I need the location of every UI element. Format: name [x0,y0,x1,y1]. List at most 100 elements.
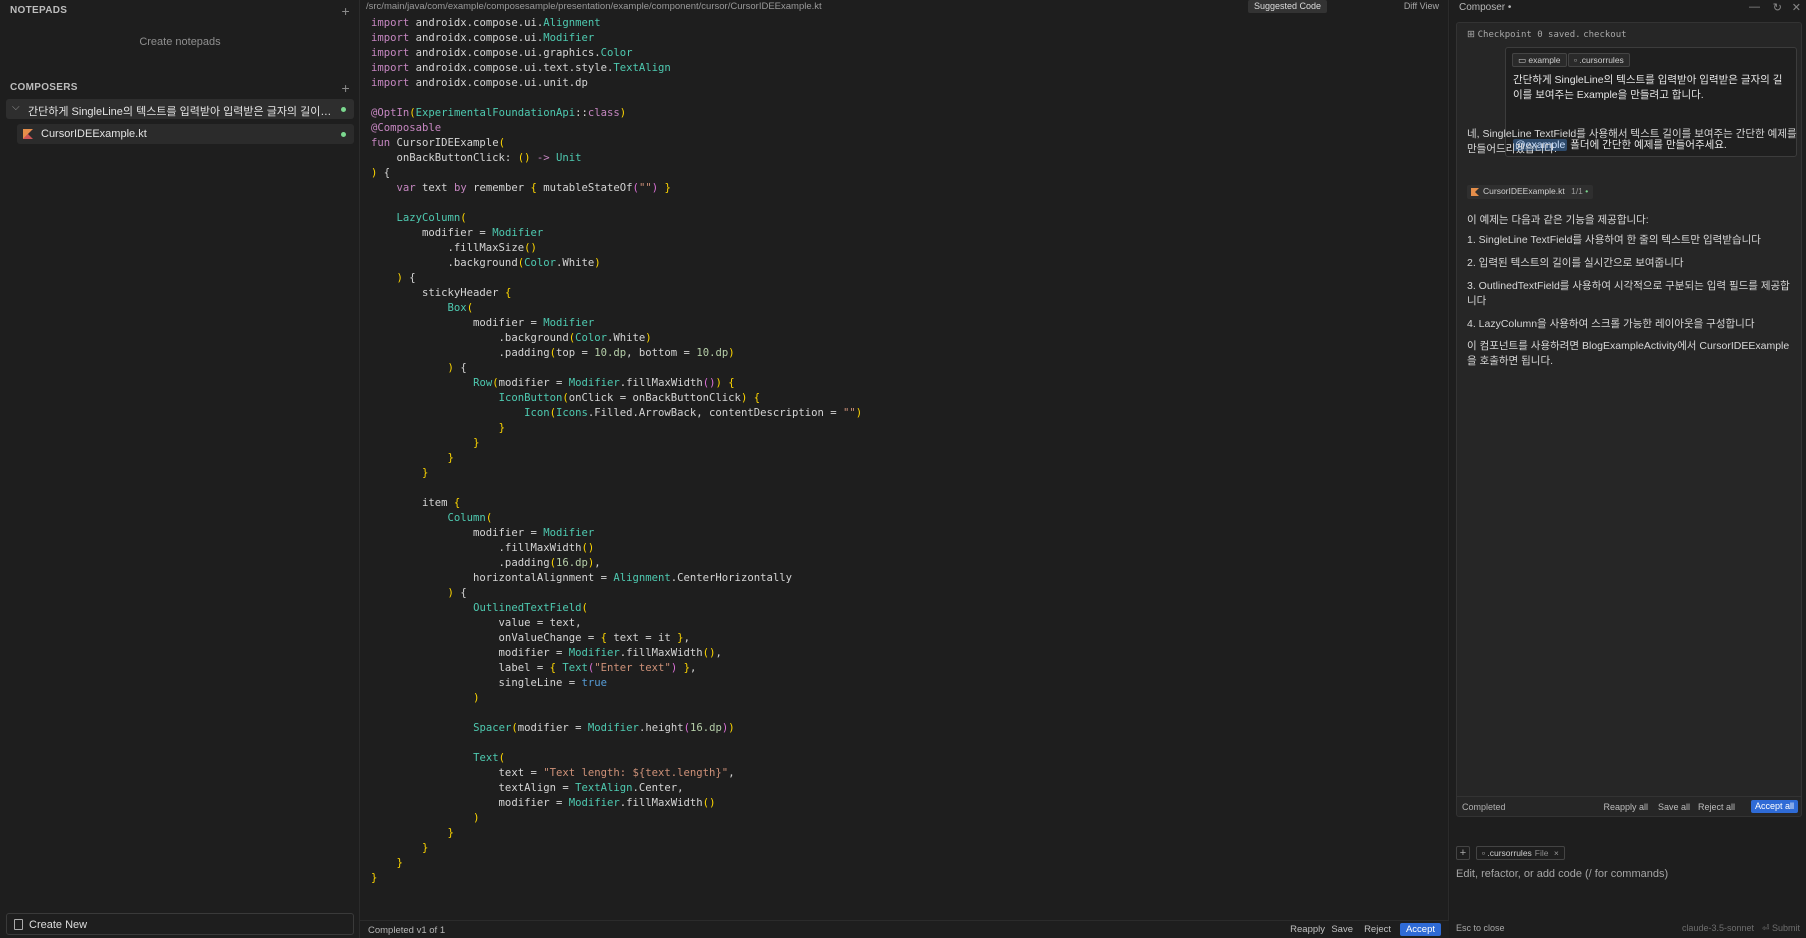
refresh-icon[interactable]: ↻ [1773,1,1782,14]
code-line[interactable]: import androidx.compose.ui.text.style.Te… [371,61,862,76]
tab-diff-view[interactable]: Diff View [1404,1,1439,11]
new-file-icon [14,919,23,930]
code-line[interactable]: onBackButtonClick: () -> Unit [371,151,862,166]
code-line[interactable]: } [371,841,862,856]
code-line[interactable]: ) { [371,271,862,286]
model-selector[interactable]: claude-3.5-sonnet [1682,923,1754,933]
code-line[interactable] [371,481,862,496]
code-line[interactable]: } [371,421,862,436]
code-line[interactable]: label = { Text("Enter text") }, [371,661,862,676]
code-line[interactable]: modifier = Modifier.fillMaxWidth() [371,796,862,811]
code-line[interactable]: textAlign = TextAlign.Center, [371,781,862,796]
composer-item[interactable]: ⌵ 간단하게 SingleLine의 텍스트를 입력받아 입력받은 글자의 길이… [6,99,354,119]
submit-button[interactable]: ⏎ Submit [1762,923,1800,934]
code-line[interactable]: import androidx.compose.ui.graphics.Colo… [371,46,862,61]
code-line[interactable]: stickyHeader { [371,286,862,301]
code-line[interactable]: .padding(top = 10.dp, bottom = 10.dp) [371,346,862,361]
code-content[interactable]: import androidx.compose.ui.Alignment impo… [371,16,862,886]
reapply-all-button[interactable]: Reapply all [1603,802,1648,812]
code-line[interactable]: ) { [371,361,862,376]
checkout-link[interactable]: checkout [1583,30,1626,40]
code-line[interactable]: onValueChange = { text = it }, [371,631,862,646]
code-line[interactable]: import androidx.compose.ui.Modifier [371,31,862,46]
context-chip-example[interactable]: ▭ example [1512,53,1567,67]
code-line[interactable]: Text( [371,751,862,766]
file-icon: ▫ [1482,848,1486,858]
code-line[interactable]: } [371,451,862,466]
code-line[interactable]: singleLine = true [371,676,862,691]
feature-item: 4. LazyColumn을 사용하여 스크롤 가능한 레이아웃을 구성합니다 [1467,318,1755,330]
context-chip-rules[interactable]: ▫ .cursorrules [1568,53,1630,67]
code-line[interactable]: Row(modifier = Modifier.fillMaxWidth()) … [371,376,862,391]
code-line[interactable]: @Composable [371,121,862,136]
composer-file-item[interactable]: CursorIDEExample.kt [17,124,354,144]
feature-item: 2. 입력된 텍스트의 길이를 실시간으로 보여줍니다 [1467,257,1684,269]
code-line[interactable]: modifier = Modifier [371,226,862,241]
code-line[interactable]: .background(Color.White) [371,256,862,271]
code-line[interactable]: ) [371,811,862,826]
checkpoint-notice: ⊞ Checkpoint 0 saved. checkout [1467,29,1627,40]
composer-input[interactable]: Edit, refactor, or add code (/ for comma… [1456,868,1668,880]
file-breadcrumb[interactable]: /src/main/java/com/example/composesample… [366,1,822,12]
code-line[interactable]: .padding(16.dp), [371,556,862,571]
code-line[interactable]: .fillMaxWidth() [371,541,862,556]
rules-context-chip[interactable]: ▫ .cursorrules File × [1476,846,1565,860]
close-icon[interactable]: ✕ [1792,1,1801,14]
create-new-button[interactable]: Create New [6,913,354,935]
code-line[interactable]: var text by remember { mutableStateOf(""… [371,181,862,196]
kotlin-file-icon [23,129,33,139]
code-line[interactable] [371,736,862,751]
code-line[interactable]: OutlinedTextField( [371,601,862,616]
chat-status: Completed [1462,802,1506,812]
reject-all-button[interactable]: Reject all [1698,802,1735,812]
file-chip-label: CursorIDEExample.kt [1483,186,1565,196]
code-line[interactable]: modifier = Modifier [371,526,862,541]
code-line[interactable]: } [371,436,862,451]
code-line[interactable] [371,91,862,106]
code-line[interactable]: horizontalAlignment = Alignment.CenterHo… [371,571,862,586]
code-line[interactable]: fun CursorIDEExample( [371,136,862,151]
code-line[interactable]: IconButton(onClick = onBackButtonClick) … [371,391,862,406]
tab-suggested-code[interactable]: Suggested Code [1247,0,1327,13]
code-line[interactable]: ) { [371,586,862,601]
code-line[interactable]: import androidx.compose.ui.unit.dp [371,76,862,91]
add-context-plus-icon[interactable]: + [1456,846,1470,860]
code-line[interactable]: item { [371,496,862,511]
generated-file-chip[interactable]: CursorIDEExample.kt 1/1 • [1467,185,1594,199]
composer-title: Composer • [1459,2,1512,13]
code-line[interactable]: value = text, [371,616,862,631]
code-line[interactable]: @OptIn(ExperimentalFoundationApi::class) [371,106,862,121]
create-notepads-link[interactable]: Create notepads [0,36,360,48]
code-line[interactable]: } [371,466,862,481]
add-composer-plus-icon[interactable]: + [342,80,350,96]
close-icon[interactable]: × [1554,848,1559,858]
minimize-icon[interactable]: — [1749,1,1760,13]
accept-button[interactable]: Accept [1399,923,1441,936]
code-line[interactable]: modifier = Modifier.fillMaxWidth(), [371,646,862,661]
save-button[interactable]: Save [1331,924,1353,935]
code-line[interactable]: } [371,871,862,886]
code-line[interactable]: Icon(Icons.Filled.ArrowBack, contentDesc… [371,406,862,421]
code-line[interactable]: ) [371,691,862,706]
code-line[interactable]: text = "Text length: ${text.length}", [371,766,862,781]
code-line[interactable]: modifier = Modifier [371,316,862,331]
code-line[interactable] [371,706,862,721]
code-line[interactable]: Spacer(modifier = Modifier.height(16.dp)… [371,721,862,736]
chevron-down-icon[interactable]: ⌵ [12,102,20,113]
file-item-label: CursorIDEExample.kt [41,128,147,140]
accept-all-button[interactable]: Accept all [1750,800,1798,813]
code-line[interactable]: Box( [371,301,862,316]
code-line[interactable]: .background(Color.White) [371,331,862,346]
code-line[interactable]: .fillMaxSize() [371,241,862,256]
code-line[interactable] [371,196,862,211]
reapply-button[interactable]: Reapply [1290,924,1325,935]
code-line[interactable]: } [371,826,862,841]
save-all-button[interactable]: Save all [1658,802,1690,812]
code-line[interactable]: Column( [371,511,862,526]
code-line[interactable]: ) { [371,166,862,181]
add-notepad-plus-icon[interactable]: + [342,3,350,19]
reject-button[interactable]: Reject [1364,924,1391,935]
code-line[interactable]: } [371,856,862,871]
code-line[interactable]: import androidx.compose.ui.Alignment [371,16,862,31]
code-line[interactable]: LazyColumn( [371,211,862,226]
